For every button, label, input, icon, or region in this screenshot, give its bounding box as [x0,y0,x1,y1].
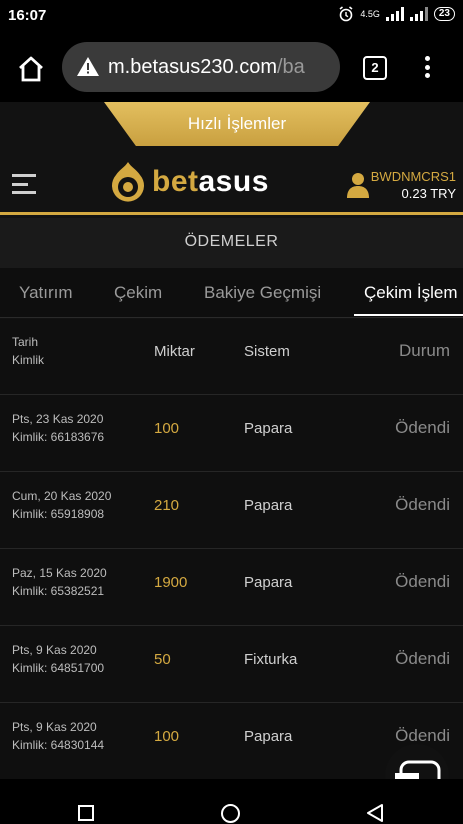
status-time: 16:07 [8,7,47,24]
row-amount: 100 [154,420,180,437]
signal-icon [385,7,404,21]
table-header-row: Tarih Kimlik Miktar Sistem Durum [0,319,463,395]
payment-tabs: Yatırım Çekim Bakiye Geçmişi Çekim İşlem [0,268,463,318]
username[interactable]: BWDNMCRS1 [371,169,456,184]
row-id: Kimlik: 66183676 [12,430,105,444]
row-date-cell: Pts, 9 Kas 2020 Kimlik: 64851700 [12,641,104,677]
row-date-cell: Pts, 23 Kas 2020 Kimlik: 66183676 [12,410,104,446]
row-amount: 100 [154,728,180,745]
header-date: Tarih [12,335,39,349]
back-icon[interactable] [366,803,384,823]
table-row[interactable]: Cum, 20 Kas 2020 Kimlik: 65918908 210 Pa… [0,473,463,549]
row-date: Pts, 9 Kas 2020 [12,720,97,734]
header-date-cell: Tarih Kimlik [12,333,44,369]
row-status: Ödendi [395,726,450,745]
row-status: Ödendi [395,572,450,591]
status-icons: 4.5G 23 [338,6,455,22]
tab-withdraw-transactions[interactable]: Çekim İşlem [364,283,458,303]
menu-icon[interactable] [12,174,36,194]
status-bar: 16:07 4.5G 23 [0,0,463,34]
row-status: Ödendi [395,418,450,437]
row-date: Paz, 15 Kas 2020 [12,566,107,580]
row-status: Ödendi [395,495,450,514]
table-row[interactable]: Pts, 23 Kas 2020 Kimlik: 66183676 100 Pa… [0,396,463,472]
row-date: Cum, 20 Kas 2020 [12,489,112,503]
row-status: Ödendi [395,649,450,668]
row-id: Kimlik: 65382521 [12,584,105,598]
active-tab-indicator [354,314,463,316]
url-text: m.betasus230.com/ba [108,56,305,79]
table-row[interactable]: Pts, 9 Kas 2020 Kimlik: 64851700 50 Fixt… [0,627,463,703]
home-button[interactable] [221,804,240,823]
system-nav-bar [0,779,463,824]
warning-icon[interactable] [76,55,100,79]
brand-name: betasus [152,165,269,198]
browser-menu-icon[interactable] [420,52,434,82]
address-bar[interactable]: m.betasus230.com/ba [62,42,340,92]
row-system: Papara [244,574,293,591]
row-system: Papara [244,420,293,437]
tab-switcher-button[interactable]: 2 [363,56,387,80]
network-type-label: 4.5G [360,9,380,19]
url-path: /ba [276,55,305,78]
row-date-cell: Paz, 15 Kas 2020 Kimlik: 65382521 [12,564,107,600]
header-status: Durum [398,341,450,360]
quick-actions-bar: Hızlı İşlemler [0,102,463,152]
row-amount: 1900 [154,574,188,591]
page-title: ÖDEMELER [0,218,463,268]
site-header: betasus BWDNMCRS1 0.23 TRY [0,152,463,215]
tab-deposit[interactable]: Yatırım [19,283,73,303]
row-amount: 50 [154,651,171,668]
row-id: Kimlik: 64830144 [12,738,105,752]
table-row[interactable]: Paz, 15 Kas 2020 Kimlik: 65382521 1900 P… [0,550,463,626]
header-amount: Miktar [154,343,195,360]
quick-actions-button[interactable]: Hızlı İşlemler [104,102,370,146]
row-id: Kimlik: 64851700 [12,661,105,675]
row-system: Papara [244,728,293,745]
tab-withdraw[interactable]: Çekim [114,283,162,303]
row-date: Pts, 23 Kas 2020 [12,412,104,426]
battery-indicator: 23 [433,7,455,21]
account-balance: 0.23 TRY [401,186,456,201]
row-id: Kimlik: 65918908 [12,507,105,521]
header-id: Kimlik [12,353,44,367]
home-icon[interactable] [16,54,46,84]
browser-toolbar: m.betasus230.com/ba 2 [0,34,463,102]
logo-mark-icon [112,162,144,202]
row-system: Papara [244,497,293,514]
tab-balance-history[interactable]: Bakiye Geçmişi [204,283,321,303]
user-icon[interactable] [347,172,369,198]
signal-2-icon [409,7,428,21]
row-amount: 210 [154,497,180,514]
transactions-table: Tarih Kimlik Miktar Sistem Durum Pts, 23… [0,319,463,779]
row-system: Fixturka [244,651,298,668]
recent-apps-button[interactable] [78,805,94,821]
header-system: Sistem [244,343,290,360]
row-date-cell: Cum, 20 Kas 2020 Kimlik: 65918908 [12,487,111,523]
row-date: Pts, 9 Kas 2020 [12,643,97,657]
brand-logo[interactable]: betasus [108,160,269,204]
row-date-cell: Pts, 9 Kas 2020 Kimlik: 64830144 [12,718,104,754]
alarm-icon [339,6,353,22]
url-host: m.betasus230.com [108,55,277,78]
